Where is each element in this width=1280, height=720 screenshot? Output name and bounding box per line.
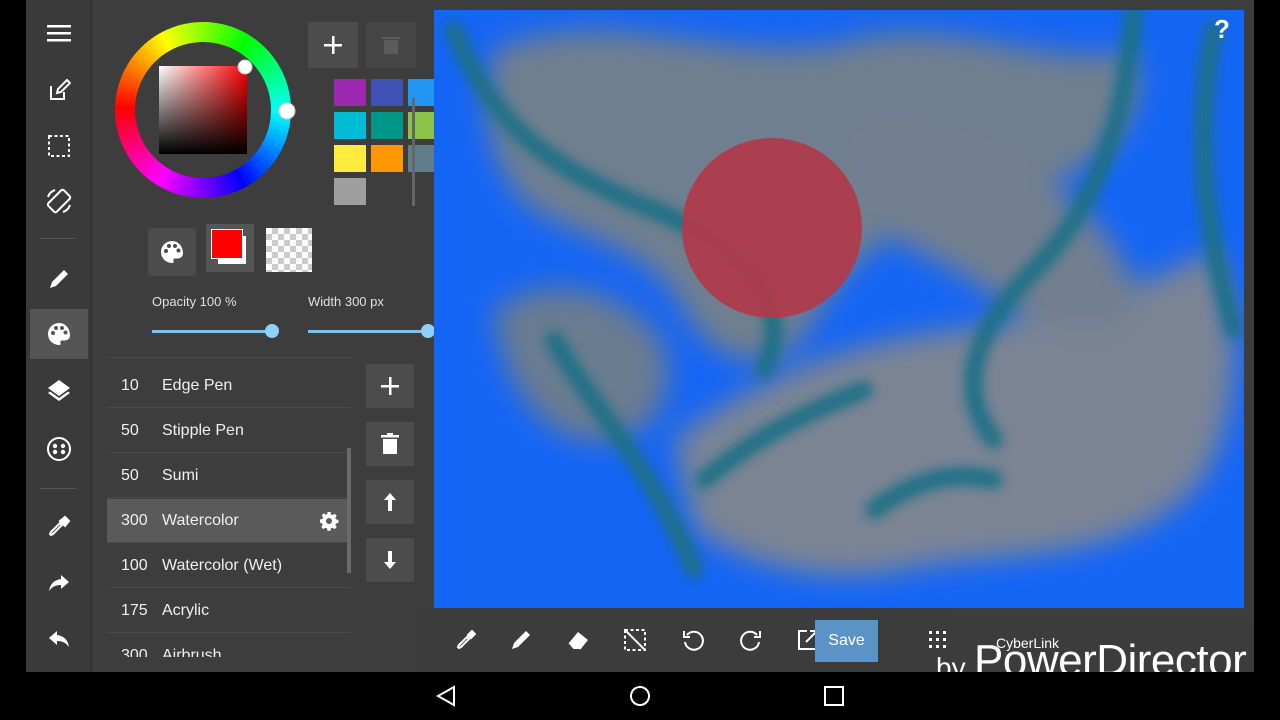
brush-name: Sumi [162,466,199,484]
hue-picker-handle[interactable] [278,102,296,120]
width-label: Width 300 px [308,294,384,309]
brush-size: 300 [121,511,148,529]
palette-swatch[interactable] [334,178,366,205]
drawing-canvas[interactable] [434,10,1244,608]
edit-icon[interactable] [30,66,88,116]
toolbar-divider [40,238,76,239]
delete-color-button[interactable] [366,22,416,68]
canvas-artwork [434,10,1244,608]
brush-item[interactable]: 100 Watercolor (Wet) [107,544,351,588]
fg-bg-color-button[interactable] [206,224,254,272]
brush-size: 300 [121,646,148,658]
brush-item[interactable]: 50 Stipple Pen [107,409,351,453]
toolbar-divider [40,488,76,489]
sv-picker-handle[interactable] [237,59,253,75]
redo-icon[interactable] [30,558,88,608]
transparent-color-button[interactable] [266,228,312,272]
add-brush-button[interactable] [366,364,414,408]
back-icon[interactable] [430,680,462,712]
navigation-bar [0,672,1280,720]
palette-icon[interactable] [30,309,88,359]
brush-size: 50 [121,421,139,439]
layers-icon[interactable] [30,366,88,416]
brush-size: 50 [121,466,139,484]
palette-swatch[interactable] [334,112,366,139]
menu-icon[interactable] [30,8,88,58]
brush-color-panel: Opacity 100 % Width 300 px 10 Edge Pen 50 S… [93,0,440,672]
brush-item[interactable]: 300 Airbrush [107,634,351,658]
add-color-button[interactable] [308,22,358,68]
brush-name: Stipple Pen [162,421,244,439]
color-wheel[interactable] [107,14,299,206]
brush-name: Watercolor (Wet) [162,556,283,574]
gear-icon[interactable] [319,511,339,536]
palette-swatch[interactable] [371,145,403,172]
brush-name: Edge Pen [162,376,233,394]
palette-swatch[interactable] [334,79,366,106]
palette-swatch[interactable] [371,79,403,106]
eraser-icon[interactable] [558,620,598,660]
opacity-slider[interactable] [152,330,272,333]
pencil-icon[interactable] [501,620,541,660]
brush-size: 100 [121,556,148,574]
help-button[interactable]: ? [1214,14,1230,45]
brush-item[interactable]: 50 Sumi [107,454,351,498]
undo-icon[interactable] [30,614,88,664]
brush-name: Airbrush [162,646,222,658]
dots-circle-icon[interactable] [30,424,88,474]
delete-brush-button[interactable] [366,422,414,466]
home-icon[interactable] [624,680,656,712]
brush-size: 175 [121,601,148,619]
pen-icon[interactable] [30,254,88,304]
brush-list[interactable]: 10 Edge Pen 50 Stipple Pen 50 Sumi 300 Watercol… [107,357,353,657]
palette-swatch[interactable] [371,112,403,139]
brush-name: Watercolor [162,511,239,529]
save-button[interactable]: Save [815,620,878,662]
opacity-slider-thumb[interactable] [265,324,279,338]
move-brush-up-button[interactable] [366,480,414,524]
rotate-screen-icon[interactable] [30,176,88,226]
recents-icon[interactable] [818,680,850,712]
opacity-label: Opacity 100 % [152,294,237,309]
foreground-color-swatch [211,229,243,259]
bottom-toolbar: Save [420,608,950,672]
palette-scrollbar[interactable] [412,98,415,206]
deselect-icon[interactable] [615,620,655,660]
brush-name: Acrylic [162,601,210,619]
left-toolbar [26,0,92,672]
brush-list-scrollbar[interactable] [347,448,351,573]
rotate-right-icon[interactable] [731,620,771,660]
selection-icon[interactable] [30,121,88,171]
red-circle-stroke [682,138,862,318]
eyedropper-icon[interactable] [30,502,88,552]
brush-item[interactable]: 300 Watercolor [107,499,351,543]
brush-item[interactable]: 175 Acrylic [107,589,351,633]
width-slider-thumb[interactable] [421,324,435,338]
brush-item[interactable]: 10 Edge Pen [107,364,351,408]
app-screen: Opacity 100 % Width 300 px 10 Edge Pen 50 S… [26,0,1254,672]
rotate-left-icon[interactable] [673,620,713,660]
palette-mode-button[interactable] [148,228,196,276]
eyedropper-icon[interactable] [446,620,486,660]
move-brush-down-button[interactable] [366,538,414,582]
width-slider[interactable] [308,330,428,333]
brush-size: 10 [121,376,139,394]
palette-swatch[interactable] [334,145,366,172]
